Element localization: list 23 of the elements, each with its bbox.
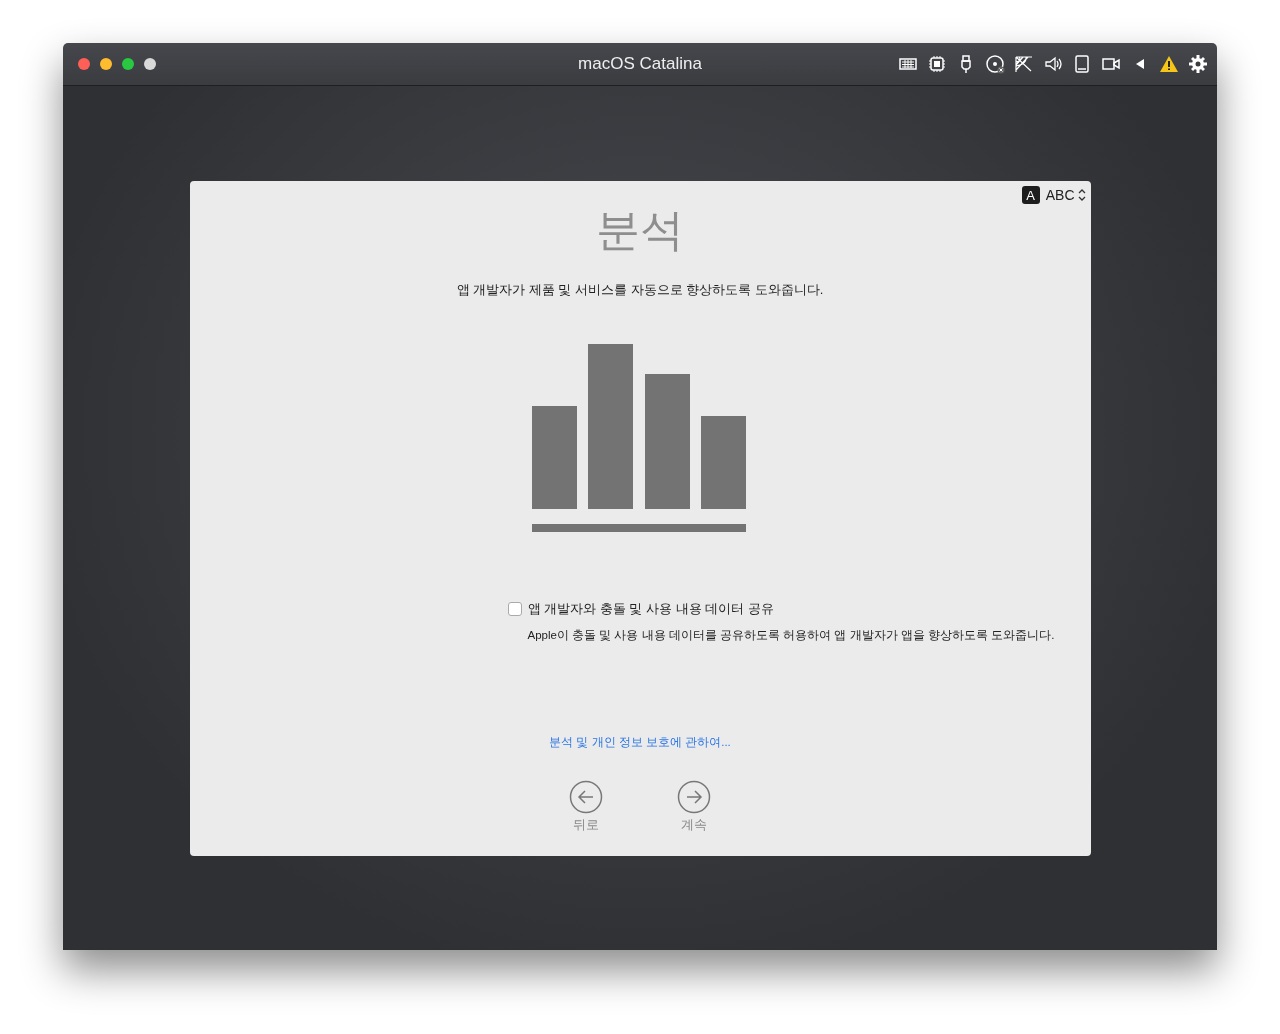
input-source-menu[interactable]: ABC: [1045, 187, 1086, 203]
gear-icon[interactable]: [1188, 54, 1208, 74]
privacy-link[interactable]: 분석 및 개인 정보 보호에 관하여...: [549, 735, 731, 750]
speaker-icon[interactable]: [1043, 54, 1063, 74]
minimize-button[interactable]: [100, 58, 112, 70]
zoom-button[interactable]: [122, 58, 134, 70]
close-button[interactable]: [78, 58, 90, 70]
chip-icon[interactable]: [927, 54, 947, 74]
page-title: 분석: [596, 204, 684, 256]
web-icon[interactable]: [1014, 54, 1034, 74]
window-title: macOS Catalina: [578, 54, 702, 73]
tablet-icon[interactable]: [1072, 54, 1092, 74]
checkbox[interactable]: [507, 602, 522, 616]
fullscreen-button[interactable]: [144, 58, 156, 70]
page-subtitle: 앱 개발자가 제품 및 서비스를 자동으로 향상하도록 도와줍니다.: [456, 281, 824, 299]
back-button[interactable]: 뒤로: [569, 780, 603, 834]
disc-icon[interactable]: [985, 54, 1005, 74]
option-description: Apple이 충돌 및 사용 내용 데이터를 공유하도록 허용하여 앱 개발자가 앱을 향상하도록 도와줍니다.: [527, 628, 1055, 643]
checkbox-label: 앱 개발자와 충돌 및 사용 내용 데이터 공유: [527, 600, 774, 618]
input-source-icon[interactable]: A: [1021, 186, 1040, 204]
chevron-up-down-icon: [1077, 189, 1086, 201]
warning-icon[interactable]: [1159, 54, 1179, 74]
continue-button[interactable]: 계속: [677, 780, 711, 834]
